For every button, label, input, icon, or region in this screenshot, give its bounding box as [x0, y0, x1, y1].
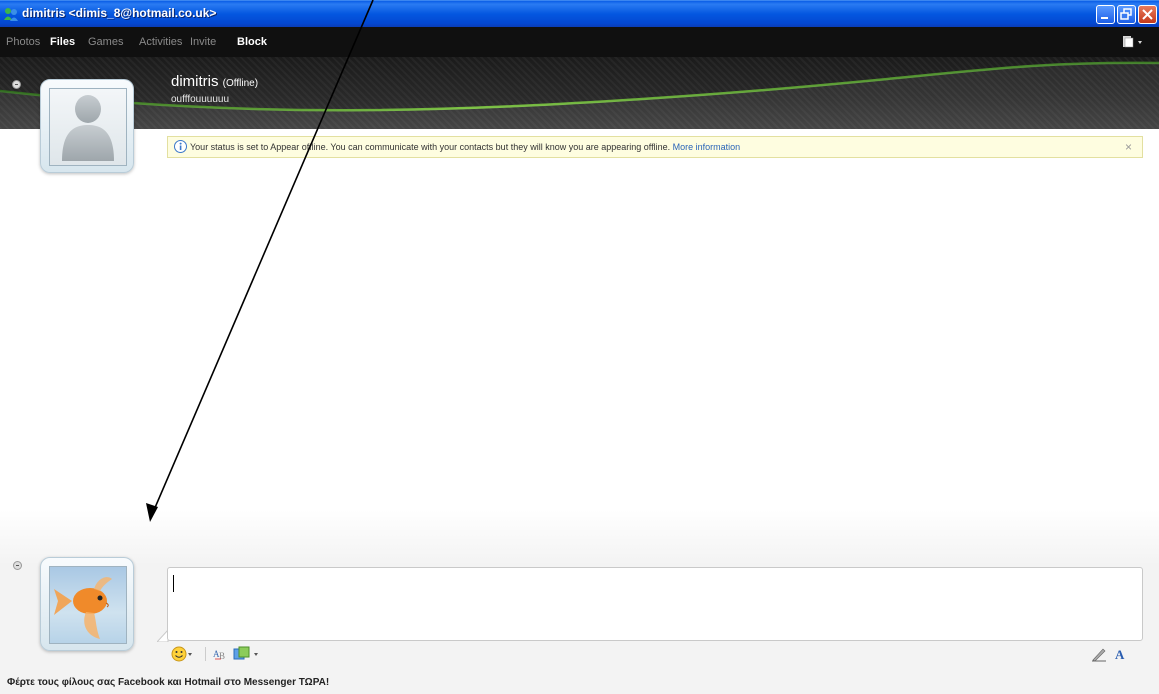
- menu-block[interactable]: Block: [237, 36, 267, 48]
- title-bar: dimitris <dimis_8@hotmail.co.uk>: [0, 0, 1159, 27]
- contact-personal-message: oufffouuuuuu: [171, 94, 230, 105]
- menu-photos[interactable]: Photos: [6, 36, 40, 48]
- contact-display-name: dimitris: [171, 73, 219, 90]
- send-file-icon[interactable]: [233, 646, 263, 662]
- contact-status: (Offline): [222, 78, 259, 89]
- collapse-self-button[interactable]: [13, 561, 22, 570]
- contact-name: dimitris (Offline): [171, 73, 258, 90]
- self-avatar[interactable]: [40, 557, 134, 651]
- menu-activities[interactable]: Activities: [139, 36, 182, 48]
- compose-toolbar: A B A: [167, 641, 1143, 667]
- menu-invite[interactable]: Invite: [190, 36, 216, 48]
- close-button[interactable]: [1138, 5, 1157, 24]
- minimize-icon: [1101, 17, 1108, 19]
- conversation-menubar: Photos Files Games Activities Invite Blo…: [0, 27, 1159, 57]
- contact-avatar[interactable]: [40, 79, 134, 173]
- messenger-icon: [4, 8, 18, 21]
- goldfish-icon: [54, 577, 112, 639]
- contact-header: [0, 57, 1159, 129]
- restore-button[interactable]: [1117, 5, 1136, 24]
- person-silhouette-icon: [62, 95, 114, 161]
- infobar-text: Your status is set to Appear offline. Yo…: [190, 142, 671, 152]
- window-title: dimitris <dimis_8@hotmail.co.uk>: [22, 6, 217, 20]
- svg-text:A: A: [1115, 647, 1125, 662]
- svg-text:B: B: [219, 651, 225, 661]
- infobar-message: Your status is set to Appear offline. Yo…: [190, 142, 740, 152]
- menu-files[interactable]: Files: [50, 36, 75, 48]
- text-caret: [173, 575, 174, 592]
- message-input[interactable]: [167, 567, 1143, 641]
- appear-offline-infobar: Your status is set to Appear offline. Yo…: [167, 136, 1143, 158]
- font-icon[interactable]: A: [1113, 646, 1129, 662]
- minimize-button[interactable]: [1096, 5, 1115, 24]
- toolbar-separator: [205, 647, 206, 661]
- goldfish-picture: [49, 566, 127, 644]
- collapse-contact-button[interactable]: [12, 80, 21, 89]
- spell-check-icon[interactable]: A B: [213, 646, 229, 662]
- default-user-picture: [49, 88, 127, 166]
- more-information-link[interactable]: More information: [673, 142, 741, 152]
- show-menu-icon[interactable]: [1122, 35, 1146, 49]
- infobar-close-button[interactable]: ×: [1125, 140, 1132, 154]
- info-icon: [174, 140, 187, 153]
- menu-games[interactable]: Games: [88, 36, 123, 48]
- handwriting-icon[interactable]: [1091, 646, 1107, 662]
- restore-icon: [1120, 8, 1132, 20]
- promo-banner[interactable]: Φέρτε τους φίλους σας Facebook και Hotma…: [7, 677, 329, 688]
- header-wave: [0, 61, 1159, 129]
- emoticon-icon[interactable]: [171, 646, 195, 662]
- close-icon: [1142, 9, 1153, 20]
